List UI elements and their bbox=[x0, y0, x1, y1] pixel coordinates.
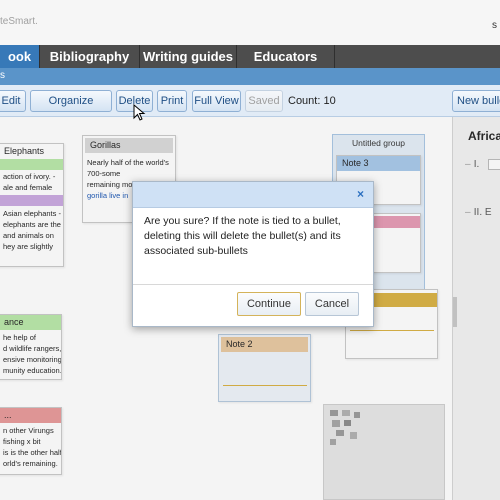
notecard-toolbar: Edit Organize Delete Print Full View Sav… bbox=[0, 85, 500, 117]
tab-writing-guides[interactable]: Writing guides bbox=[140, 45, 237, 68]
new-bullet-button[interactable]: New bulle bbox=[452, 90, 500, 112]
sub-nav: s bbox=[0, 68, 500, 85]
tab-bibliography[interactable]: Bibliography bbox=[40, 45, 140, 68]
full-view-button[interactable]: Full View bbox=[192, 90, 241, 112]
close-icon[interactable]: × bbox=[357, 187, 364, 201]
edit-button[interactable]: Edit bbox=[0, 90, 26, 112]
header-bar: teSmart. s bbox=[0, 0, 500, 45]
brand-logo: teSmart. bbox=[0, 16, 38, 27]
header-user-link[interactable]: s bbox=[492, 20, 500, 31]
delete-confirm-dialog: × Are you sure? If the note is tied to a… bbox=[132, 181, 374, 327]
card-count: Count: 10 bbox=[288, 95, 336, 107]
sub-tab-notecards[interactable]: s bbox=[0, 70, 5, 81]
tab-notebook[interactable]: ook bbox=[0, 45, 40, 68]
dialog-divider bbox=[133, 284, 373, 285]
print-button[interactable]: Print bbox=[157, 90, 187, 112]
continue-button[interactable]: Continue bbox=[237, 292, 301, 316]
cancel-button[interactable]: Cancel bbox=[305, 292, 359, 316]
dialog-message: Are you sure? If the note is tied to a b… bbox=[144, 215, 341, 257]
mouse-pointer-icon bbox=[133, 104, 146, 121]
saved-button[interactable]: Saved bbox=[245, 90, 283, 112]
dialog-header: × bbox=[133, 182, 373, 208]
main-nav: ook Bibliography Writing guides Educator… bbox=[0, 45, 500, 68]
tab-educators[interactable]: Educators bbox=[237, 45, 335, 68]
organize-button[interactable]: Organize bbox=[30, 90, 112, 112]
